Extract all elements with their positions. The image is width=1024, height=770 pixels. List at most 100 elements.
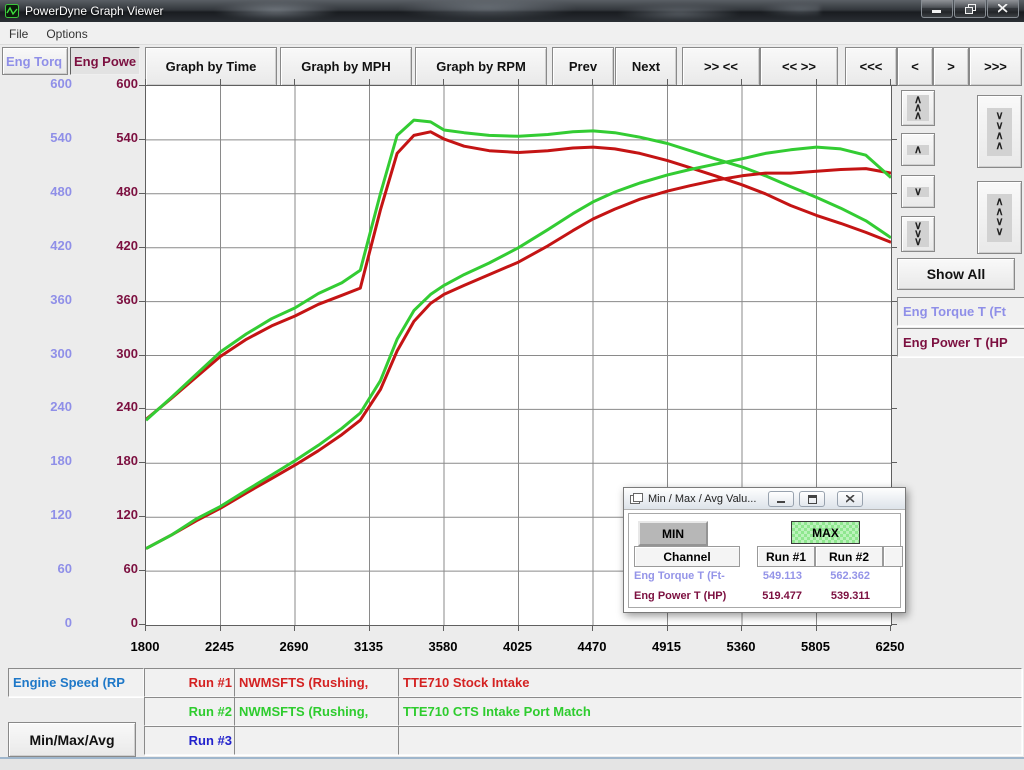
next-button[interactable]: Next <box>615 47 677 86</box>
minmax-window-title: Min / Max / Avg Valu... <box>648 493 756 505</box>
minmax-col-run2: Run #2 <box>815 546 883 567</box>
scale-up-button[interactable]: ∧ <box>901 133 935 166</box>
torque-axis-tick-0: 0 <box>2 615 72 630</box>
rpm-axis-tick-1800: 1800 <box>112 639 178 654</box>
minmax-col-clipped <box>883 546 903 567</box>
scroll-right-button[interactable]: > <box>933 47 969 86</box>
zoom-out-y-button[interactable]: ∧∧∨∨ <box>977 181 1022 254</box>
tick-right <box>891 193 897 194</box>
power-axis-tick-180: 180 <box>68 453 138 468</box>
minmax-close-button[interactable] <box>837 491 863 507</box>
channel-button-eng-torque-label: Eng Torq <box>6 54 62 69</box>
torque-axis-tick-300: 300 <box>2 346 72 361</box>
torque-axis-tick-540: 540 <box>2 130 72 145</box>
channel-button-eng-power-label: Eng Powe <box>74 54 136 69</box>
minmax-row-run2-value-2: 539.311 <box>810 590 870 602</box>
scroll-right-fast-button[interactable]: >>> <box>969 47 1022 86</box>
zoom-in-y-button[interactable]: ∨∨∧∧ <box>977 95 1022 168</box>
run-description-box-2: TTE710 CTS Intake Port Match <box>398 697 1022 726</box>
tick-right <box>891 408 897 409</box>
power-axis-tick-240: 240 <box>68 399 138 414</box>
tick-top <box>220 79 221 85</box>
run-operator-box-1: NWMSFTS (Rushing, <box>234 668 401 697</box>
torque-axis-tick-480: 480 <box>2 184 72 199</box>
torque-axis-tick-240: 240 <box>2 399 72 414</box>
graph-by-rpm-button[interactable]: Graph by RPM <box>415 47 547 86</box>
window-title: PowerDyne Graph Viewer <box>25 4 164 18</box>
run-label-box-1: Run #1 <box>144 668 240 697</box>
minmax-window: Min / Max / Avg Valu... MIN MAX Channel … <box>623 487 906 613</box>
minmaxavg-button[interactable]: Min/Max/Avg <box>8 722 136 757</box>
run-description-box-3 <box>398 726 1022 755</box>
minmax-minimize-button[interactable] <box>768 491 794 507</box>
tick-left <box>139 408 145 409</box>
tick-bottom <box>220 625 221 631</box>
close-button[interactable] <box>987 0 1019 18</box>
tick-left <box>139 139 145 140</box>
channel-button-eng-power[interactable]: Eng Powe <box>70 47 140 75</box>
tick-bottom <box>667 625 668 631</box>
channel-button-eng-torque[interactable]: Eng Torq <box>2 47 68 75</box>
tick-right <box>891 139 897 140</box>
zoom-out-x-button[interactable]: << >> <box>760 47 838 86</box>
prev-button[interactable]: Prev <box>552 47 614 86</box>
minmax-window-icon <box>630 493 643 504</box>
scale-up-fast-button[interactable]: ∧∧∧ <box>901 90 935 126</box>
zoom-in-x-button[interactable]: >> << <box>682 47 760 86</box>
tick-top <box>369 79 370 85</box>
scale-down-fast-button[interactable]: ∨∨∨ <box>901 216 935 252</box>
tick-bottom <box>145 625 146 631</box>
scale-up-fast-button-icon: ∧∧∧ <box>907 95 929 121</box>
restore-button[interactable] <box>954 0 986 18</box>
minmax-restore-button[interactable] <box>799 491 825 507</box>
minmax-window-titlebar[interactable]: Min / Max / Avg Valu... <box>624 488 905 510</box>
chevron-down-icon: ∨ <box>914 238 922 246</box>
power-axis-tick-540: 540 <box>68 130 138 145</box>
tick-bottom <box>890 625 891 631</box>
menu-options[interactable]: Options <box>37 26 96 41</box>
tick-left <box>139 301 145 302</box>
tick-top <box>592 79 593 85</box>
titlebar-glass-decoration <box>180 0 820 22</box>
tick-left <box>139 355 145 356</box>
window-controls <box>920 0 1019 18</box>
tick-right <box>891 462 897 463</box>
right-channel-power[interactable]: Eng Power T (HP <box>897 328 1024 357</box>
rpm-axis-tick-5360: 5360 <box>708 639 774 654</box>
scale-up-button-icon: ∧ <box>907 145 929 155</box>
power-axis-tick-480: 480 <box>68 184 138 199</box>
right-channel-torque[interactable]: Eng Torque T (Ft <box>897 297 1024 326</box>
min-toggle-button[interactable]: MIN <box>638 521 708 546</box>
chevron-up-icon: ∧ <box>914 112 922 120</box>
minmax-row-channel-1: Eng Torque T (Ft- <box>634 570 725 582</box>
minimize-button[interactable] <box>921 0 953 18</box>
torque-axis-tick-360: 360 <box>2 292 72 307</box>
minmax-col-channel: Channel <box>634 546 740 567</box>
rpm-axis-tick-3580: 3580 <box>410 639 476 654</box>
tick-top <box>294 79 295 85</box>
power-axis-tick-60: 60 <box>68 561 138 576</box>
tick-left <box>139 85 145 86</box>
rpm-axis-tick-3135: 3135 <box>336 639 402 654</box>
menu-file[interactable]: File <box>0 26 37 41</box>
powerdyne-app: { "window": { "title": "PowerDyne Graph … <box>0 0 1024 768</box>
tick-left <box>139 570 145 571</box>
scale-down-button[interactable]: ∨ <box>901 175 935 208</box>
rpm-axis-tick-4915: 4915 <box>634 639 700 654</box>
scroll-left-button[interactable]: < <box>897 47 933 86</box>
tick-right <box>891 247 897 248</box>
rpm-axis-tick-5805: 5805 <box>783 639 849 654</box>
minmax-window-controls <box>763 491 863 507</box>
rpm-axis-tick-2690: 2690 <box>261 639 327 654</box>
minmax-row-channel-2: Eng Power T (HP) <box>634 590 726 602</box>
graph-by-mph-button[interactable]: Graph by MPH <box>280 47 412 86</box>
max-toggle-button[interactable]: MAX <box>791 521 860 544</box>
scale-down-fast-button-icon: ∨∨∨ <box>907 221 929 247</box>
title-bar: PowerDyne Graph Viewer <box>0 0 1024 22</box>
graph-by-time-button[interactable]: Graph by Time <box>145 47 277 86</box>
torque-axis-tick-60: 60 <box>2 561 72 576</box>
scale-down-button-icon: ∨ <box>907 187 929 197</box>
rpm-axis-tick-6250: 6250 <box>857 639 923 654</box>
show-all-button[interactable]: Show All <box>897 258 1015 290</box>
power-axis-tick-420: 420 <box>68 238 138 253</box>
